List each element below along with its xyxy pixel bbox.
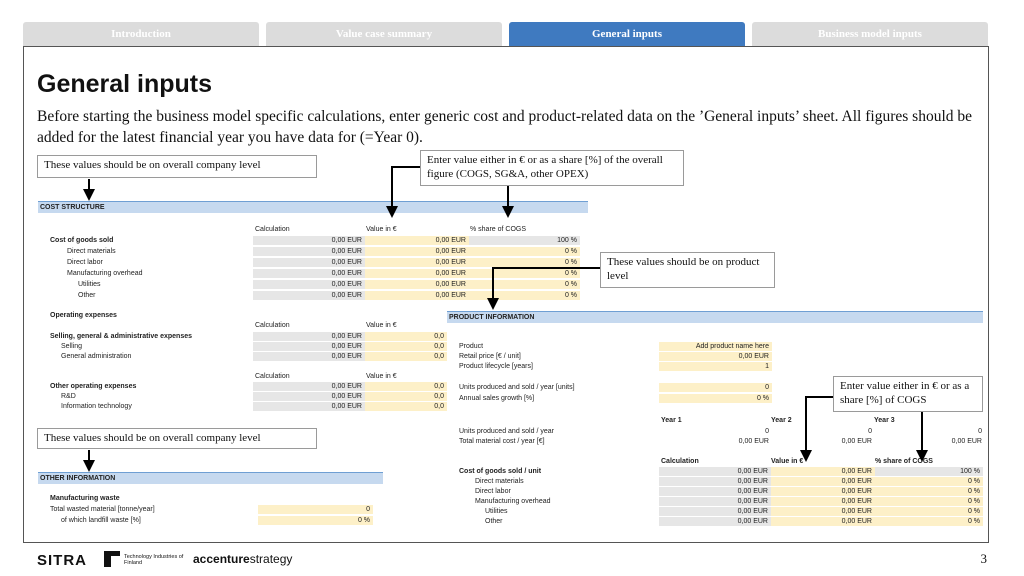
arrow-value-column [386, 166, 420, 218]
sitra-logo: SITRA [37, 552, 87, 569]
accenture-strategy-logo: accenturestrategy [193, 552, 292, 566]
annotation-arrows [83, 166, 928, 472]
page-number: 3 [980, 551, 988, 566]
accenture-wordmark: accenture [193, 552, 250, 566]
arrow-product-level [487, 267, 600, 310]
arrow-product-value [800, 396, 833, 462]
tif-logo-mark-icon [104, 551, 120, 567]
strategy-wordmark: strategy [249, 552, 293, 566]
tif-logo-text: Technology Industries of Finland [124, 554, 184, 566]
